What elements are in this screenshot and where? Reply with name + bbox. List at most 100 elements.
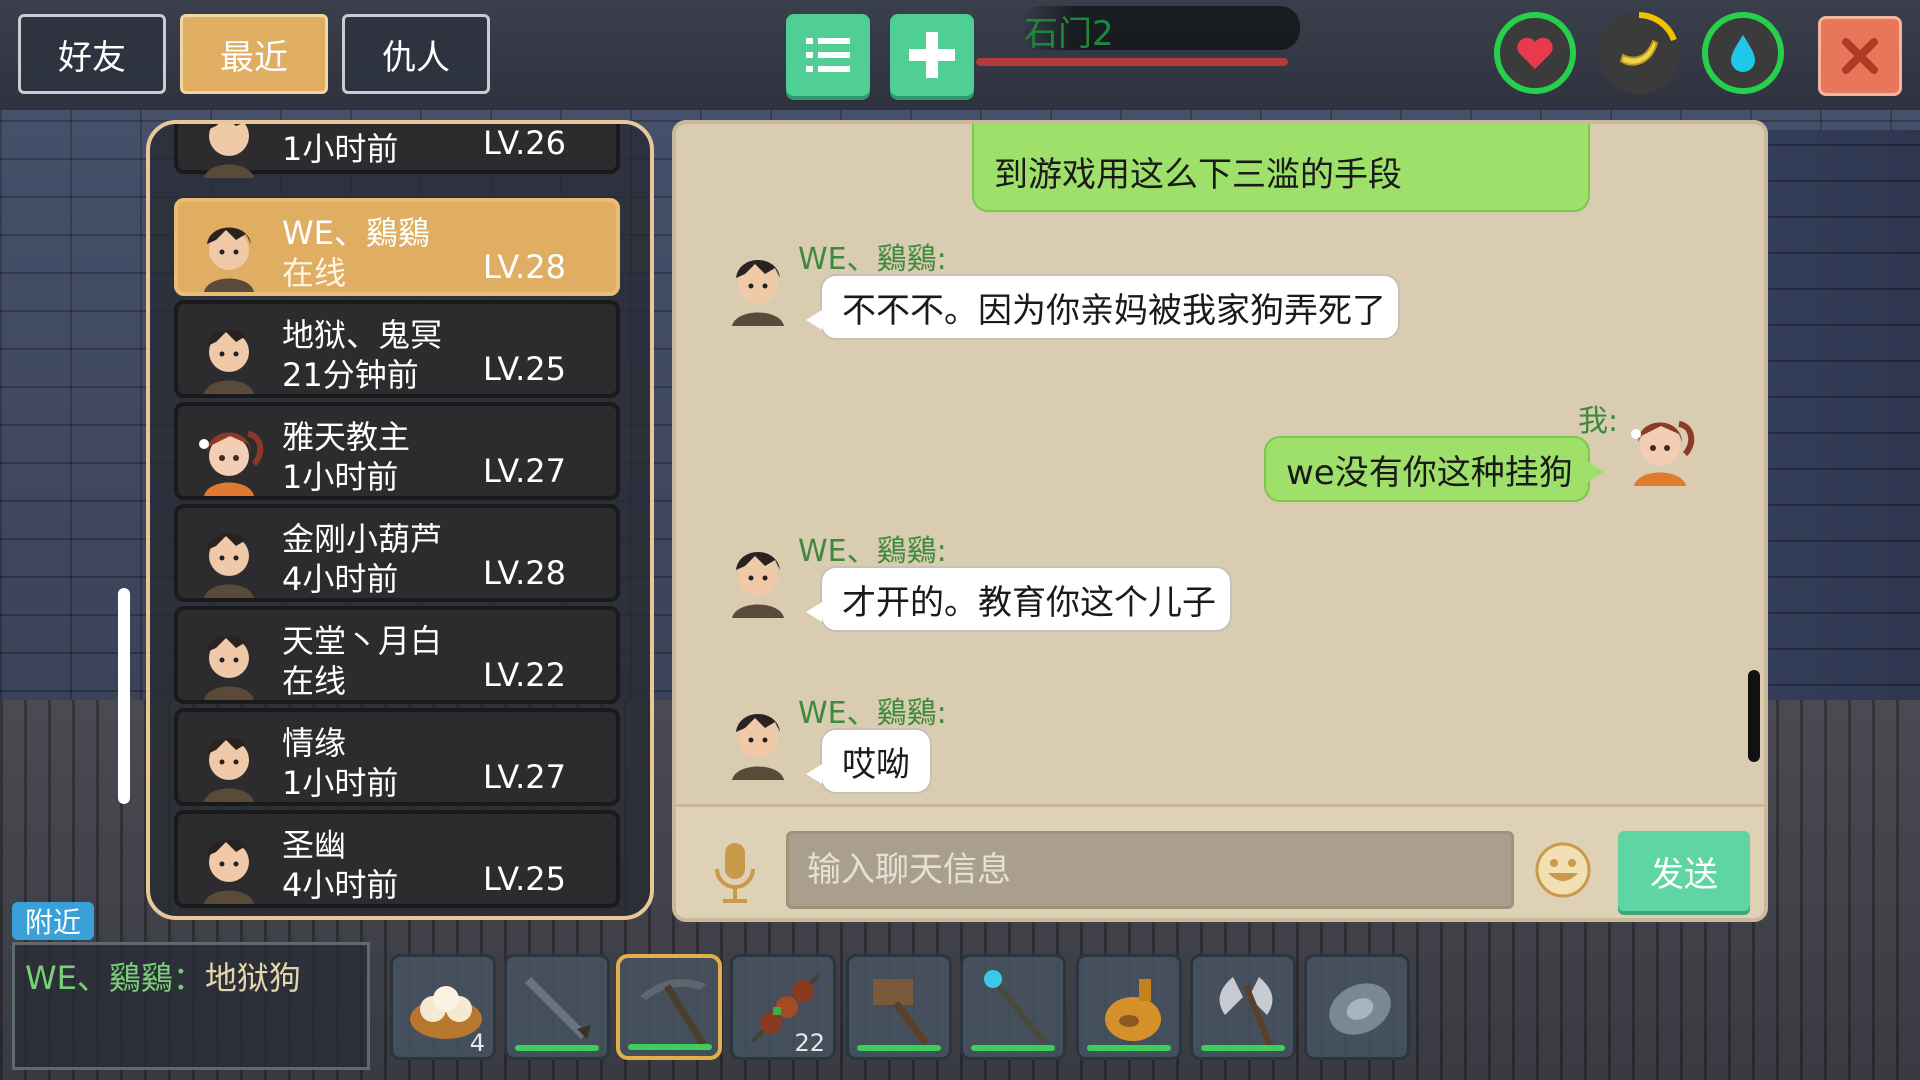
chat-panel: 到游戏用这么下三滥的手段 WE、鷄鷄: 不不不。因为你亲妈被我家狗弄死了 我: … — [672, 120, 1768, 922]
message-text: 到游戏用这么下三滥的手段 — [994, 155, 1402, 195]
nearby-text: 地狱狗 — [204, 959, 301, 997]
avatar — [204, 839, 254, 904]
my-avatar — [1631, 421, 1695, 486]
durability-bar — [1201, 1045, 1285, 1051]
send-button[interactable]: 发送 — [1618, 831, 1750, 911]
emoji-icon[interactable] — [1534, 841, 1592, 899]
pickaxe-icon — [640, 979, 706, 1046]
chat-bubble-other: 不不不。因为你亲妈被我家狗弄死了 — [806, 274, 1400, 340]
sender-avatar — [732, 552, 784, 618]
durability-bar — [971, 1045, 1055, 1051]
hotbar-slot[interactable] — [1076, 954, 1182, 1060]
hotbar-slot[interactable] — [504, 954, 610, 1060]
durability-bar — [515, 1045, 599, 1051]
hotbar-slot[interactable]: 4 — [390, 954, 496, 1060]
message-text: we没有你这种挂狗 — [1286, 452, 1573, 493]
friend-level: LV.28 — [483, 248, 566, 286]
sender-name: WE、鷄鷄: — [798, 696, 947, 731]
durability-bar — [1087, 1045, 1171, 1051]
sender-avatar — [732, 714, 784, 780]
sender-name-me: 我: — [1578, 404, 1619, 439]
friend-last-seen: 21分钟前 — [282, 356, 419, 394]
friend-item[interactable]: 地狱、鬼冥 21分钟前 LV.25 — [174, 300, 620, 398]
health-status — [1494, 12, 1576, 94]
chat-messages[interactable]: 到游戏用这么下三滥的手段 WE、鷄鷄: 不不不。因为你亲妈被我家狗弄死了 我: … — [676, 124, 1764, 804]
avatar — [204, 737, 254, 802]
magic-staff-icon — [984, 970, 1048, 1045]
sender-name: WE、鷄鷄: — [798, 242, 947, 277]
nearby-chat-box[interactable]: WE、鷄鷄：地狱狗 — [12, 942, 370, 1070]
sword-icon — [525, 977, 591, 1039]
friend-level: LV.28 — [483, 554, 566, 592]
avatar — [204, 635, 254, 700]
friend-item[interactable]: 1小时前 LV.26 — [174, 124, 620, 178]
thirst-status — [1702, 12, 1784, 94]
hotbar-slot[interactable] — [1190, 954, 1296, 1060]
avatar — [204, 533, 254, 598]
message-text: 哎呦 — [842, 744, 910, 785]
hunger-status — [1598, 12, 1680, 94]
friend-list[interactable]: 1小时前 LV.26 WE、鷄鷄 在线 LV.28 地狱、鬼冥 21分钟前 LV… — [146, 120, 654, 920]
friend-level: LV.27 — [483, 758, 566, 796]
avatar — [204, 124, 254, 178]
heart-icon — [1517, 37, 1553, 69]
friend-item-selected[interactable]: WE、鷄鷄 在线 LV.28 — [174, 198, 620, 296]
item-count: 4 — [469, 1029, 485, 1057]
friend-last-seen: 在线 — [282, 254, 347, 292]
friend-item[interactable]: 雅天教主 1小时前 LV.27 — [174, 402, 620, 500]
friend-level: LV.25 — [483, 350, 566, 388]
battle-axe-icon — [1219, 977, 1273, 1047]
close-button[interactable] — [1818, 16, 1902, 96]
friend-last-seen: 1小时前 — [282, 458, 399, 496]
map-name: 石门2 — [1020, 6, 1300, 54]
friend-last-seen: 1小时前 — [282, 764, 399, 802]
friend-level: LV.25 — [483, 860, 566, 898]
item-count: 22 — [794, 1029, 825, 1057]
microphone-icon[interactable] — [712, 841, 758, 907]
close-icon — [1842, 38, 1878, 74]
avatar — [204, 227, 254, 292]
hotbar-slot[interactable] — [1304, 954, 1410, 1060]
hotbar-slot[interactable]: 22 — [730, 954, 836, 1060]
durability-bar — [857, 1045, 941, 1051]
add-button[interactable] — [890, 14, 974, 96]
friend-item[interactable]: 金刚小葫芦 4小时前 LV.28 — [174, 504, 620, 602]
chat-input-bar: 发送 — [676, 804, 1764, 918]
friend-item[interactable]: 天堂丶月白 在线 LV.22 — [174, 606, 620, 704]
tab-friends[interactable]: 好友 — [18, 14, 166, 94]
hunger-ring — [1638, 12, 1677, 42]
friend-last-seen: 4小时前 — [282, 866, 399, 904]
nearby-separator: ： — [172, 959, 205, 997]
hotbar-slot[interactable] — [846, 954, 952, 1060]
sender-name: WE、鷄鷄: — [798, 534, 947, 569]
friend-level: LV.22 — [483, 656, 566, 694]
tab-enemies[interactable]: 仇人 — [342, 14, 490, 94]
message-text: 才开的。教育你这个儿子 — [842, 582, 1216, 623]
hotbar-slot-selected[interactable] — [616, 954, 722, 1060]
message-text: 不不不。因为你亲妈被我家狗弄死了 — [842, 290, 1386, 331]
friend-level: LV.26 — [483, 124, 566, 162]
friend-item[interactable]: 情缘 1小时前 LV.27 — [174, 708, 620, 806]
friend-last-seen: 4小时前 — [282, 560, 399, 598]
chat-bubble-mine: 到游戏用这么下三滥的手段 — [972, 124, 1590, 212]
gourd-flask-icon — [1105, 979, 1161, 1041]
nearby-message: WE、鷄鷄：地狱狗 — [25, 953, 301, 999]
hotbar-slot[interactable] — [960, 954, 1066, 1060]
nearby-speaker: WE、鷄鷄 — [25, 959, 173, 997]
tab-recent[interactable]: 最近 — [180, 14, 328, 94]
chat-bubble-other: 哎呦 — [806, 728, 932, 794]
chat-scrollbar[interactable] — [1748, 670, 1760, 762]
menu-button[interactable] — [786, 14, 870, 96]
chat-bubble-other: 才开的。教育你这个儿子 — [806, 566, 1232, 632]
friend-last-seen: 1小时前 — [282, 130, 399, 168]
hammer-icon — [873, 979, 929, 1045]
avatar — [204, 329, 254, 394]
list-icon — [806, 38, 850, 72]
nearby-tag[interactable]: 附近 — [12, 902, 94, 940]
water-drop-icon — [1731, 35, 1755, 72]
friend-item[interactable]: 圣幽 4小时前 LV.25 — [174, 810, 620, 908]
friend-list-scrollbar[interactable] — [118, 588, 130, 804]
plus-icon — [909, 32, 955, 78]
chat-input[interactable] — [786, 831, 1514, 909]
sender-avatar — [732, 260, 784, 326]
